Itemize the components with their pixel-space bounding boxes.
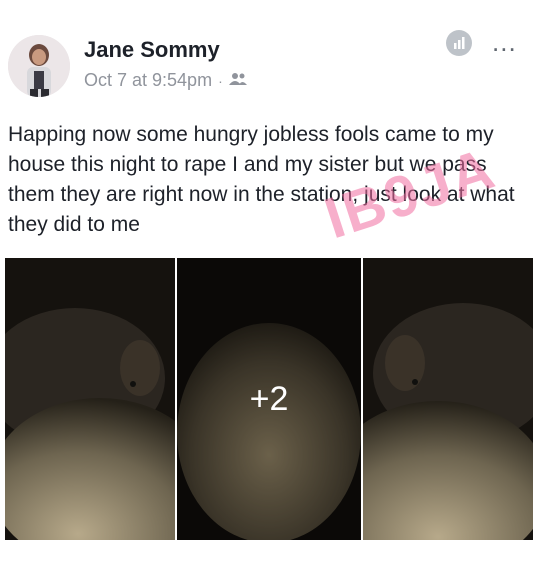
photo-2[interactable]: +2: [177, 258, 361, 540]
separator: ·: [218, 72, 223, 89]
photo-1[interactable]: [5, 258, 175, 540]
photo-3[interactable]: [363, 258, 533, 540]
facebook-post: Jane Sommy Oct 7 at 9:54pm · ... Happing…: [0, 0, 537, 568]
timestamp[interactable]: Oct 7 at 9:54pm: [84, 70, 212, 91]
photo-grid: +2: [5, 258, 533, 540]
post-meta: Oct 7 at 9:54pm ·: [84, 70, 247, 91]
author-name[interactable]: Jane Sommy: [84, 37, 220, 63]
insights-icon[interactable]: [446, 30, 472, 56]
friends-icon: [228, 70, 247, 91]
avatar-image: [8, 35, 70, 97]
more-photos-count[interactable]: +2: [177, 258, 361, 540]
more-options-icon[interactable]: ...: [492, 29, 517, 55]
avatar[interactable]: [8, 35, 70, 97]
